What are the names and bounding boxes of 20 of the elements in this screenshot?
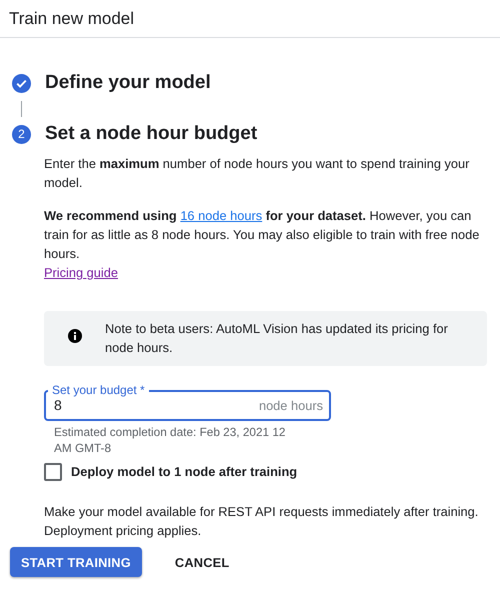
instruction-text: Enter the maximum number of node hours you want to spend training your model. [44, 155, 470, 192]
unit-suffix: node hours [258, 397, 324, 415]
info-icon [68, 329, 82, 343]
step-title: Define your model [45, 72, 211, 94]
recommendation-link[interactable]: 16 node hours [180, 208, 262, 223]
cancel-button[interactable]: CANCEL [164, 547, 240, 577]
notice-text: Note to beta users: AutoML Vision has updated its pricing for node hours. [105, 320, 449, 357]
pricing-guide-link[interactable]: Pricing guide [44, 265, 118, 280]
value-input[interactable]: 8 [54, 396, 259, 415]
start-training-button[interactable]: START TRAINING [10, 547, 142, 577]
field-label: Set your budget * [48, 383, 149, 397]
step-title: Set a node hour budget [45, 123, 258, 145]
step-number: 2 [12, 124, 31, 144]
checkbox-label[interactable]: Deploy model to 1 node after training [71, 462, 298, 481]
helper-text: Estimated completion date: Feb 23, 2021 12 AM GMT-8 [53, 424, 286, 456]
deploy-note: Make your model available for REST API requests immediately after training. Deployment pricing applies. [44, 503, 480, 540]
recommendation-text: We recommend using 16 node hours for your dataset. However, you can train for as little as 8 node hours. You may also eligible to train with free node hours. [44, 207, 480, 263]
checkbox[interactable] [44, 462, 62, 480]
dialog-title: Train new model [9, 8, 134, 28]
budget-field[interactable]: Set your budget * 8 node hours [44, 383, 331, 421]
